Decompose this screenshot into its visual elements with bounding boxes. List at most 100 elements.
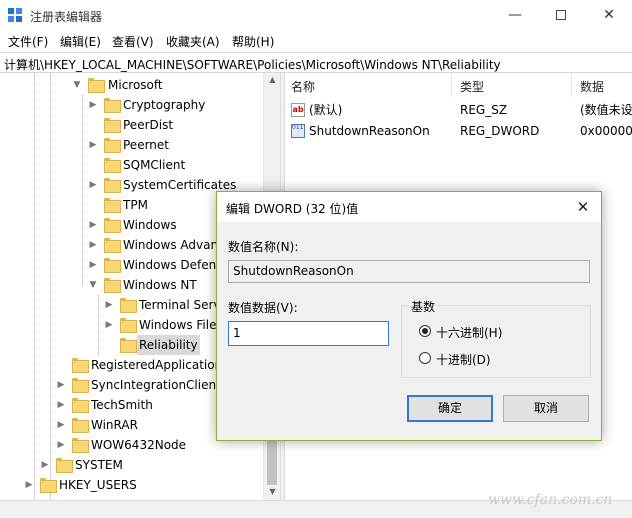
chevron-right-icon[interactable]: ▶ (88, 135, 98, 155)
list-row-default[interactable]: ab (默认) REG_SZ (数值未设 (285, 100, 632, 120)
menu-view[interactable]: 查看(V) (112, 33, 154, 50)
folder-icon (72, 378, 89, 393)
chevron-right-icon[interactable]: ▶ (88, 175, 98, 195)
column-name[interactable]: 名称 (291, 78, 315, 95)
tree-item-sqmclient[interactable]: SQMClient (0, 155, 263, 175)
column-divider[interactable] (451, 73, 452, 97)
folder-icon (104, 218, 121, 233)
folder-icon (72, 438, 89, 453)
chevron-right-icon[interactable]: ▶ (56, 435, 66, 455)
radio-dec-label: 十进制(D) (436, 353, 491, 367)
scroll-down-icon[interactable]: ▼ (264, 487, 281, 496)
chevron-right-icon[interactable]: ▶ (88, 235, 98, 255)
radio-selected-icon[interactable] (419, 325, 431, 337)
tree-item-microsoft[interactable]: ▼ Microsoft (0, 75, 263, 95)
maximize-icon (556, 10, 566, 20)
address-bar[interactable]: 计算机\HKEY_LOCAL_MACHINE\SOFTWARE\Policies… (0, 52, 632, 73)
radio-unselected-icon[interactable] (419, 352, 431, 364)
column-data[interactable]: 数据 (580, 78, 604, 95)
minimize-icon: — (508, 7, 522, 23)
ok-button[interactable]: 确定 (407, 395, 493, 422)
tree-item-label: TPM (123, 198, 148, 212)
column-divider[interactable] (571, 73, 572, 97)
chevron-down-icon[interactable]: ▼ (72, 75, 82, 95)
scrollbar-thumb[interactable] (267, 440, 277, 485)
tree-item-label: Windows File (139, 318, 217, 332)
title-bar: 注册表编辑器 — ✕ (0, 0, 632, 30)
value-type: REG_DWORD (460, 124, 540, 138)
cancel-button[interactable]: 取消 (503, 395, 589, 422)
menu-edit[interactable]: 编辑(E) (60, 33, 101, 50)
chevron-right-icon[interactable]: ▶ (88, 215, 98, 235)
chevron-right-icon[interactable]: ▶ (24, 475, 34, 495)
chevron-right-icon[interactable]: ▶ (40, 455, 50, 475)
value-data-input[interactable]: 1 (228, 321, 389, 346)
value-name: (默认) (309, 103, 343, 117)
chevron-right-icon[interactable]: ▶ (88, 95, 98, 115)
tree-item-label: SQMClient (123, 158, 186, 172)
chevron-right-icon[interactable]: ▶ (56, 395, 66, 415)
folder-icon (104, 238, 121, 253)
folder-icon (56, 458, 73, 473)
value-name-label: 数值名称(N): (228, 240, 299, 254)
chevron-right-icon[interactable]: ▶ (56, 375, 66, 395)
tree-item-system[interactable]: ▶ SYSTEM (0, 455, 263, 475)
watermark: www.cfan.com.cn (488, 492, 613, 508)
menu-favorites[interactable]: 收藏夹(A) (166, 33, 220, 50)
maximize-button[interactable] (538, 0, 584, 30)
tree-item-label: Windows Defen (123, 258, 217, 272)
tree-item-cryptography[interactable]: ▶ Cryptography (0, 95, 263, 115)
tree-item-label: TechSmith (91, 398, 153, 412)
radio-hex-label: 十六进制(H) (436, 326, 503, 340)
tree-item-label: HKEY_USERS (59, 478, 137, 492)
dialog-title: 编辑 DWORD (32 位)值 (226, 202, 359, 216)
tree-item-peerdist[interactable]: PeerDist (0, 115, 263, 135)
window-title: 注册表编辑器 (30, 10, 103, 24)
tree-item-hkey-users[interactable]: ▶ HKEY_USERS (0, 475, 263, 495)
tree-item-label: WinRAR (91, 418, 138, 432)
list-row-shutdownreasonon[interactable]: 011 110 ShutdownReasonOn REG_DWORD 0x000… (285, 121, 632, 141)
tree-item-label: Cryptography (123, 98, 206, 112)
tree-item-label: PeerDist (123, 118, 174, 132)
tree-item-label: Terminal Serv (139, 298, 221, 312)
value-data-label: 数值数据(V): (228, 301, 298, 315)
tree-item-label: Microsoft (108, 78, 163, 92)
tree-item-peernet[interactable]: ▶ Peernet (0, 135, 263, 155)
tree-item-label: SyncIntegrationClients (91, 378, 228, 392)
radio-dot (422, 328, 428, 334)
tree-item-label: WOW6432Node (91, 438, 187, 452)
tree-item-label: Reliability (137, 335, 200, 355)
dialog-title-bar: 编辑 DWORD (32 位)值 ✕ (217, 192, 601, 222)
value-type: REG_SZ (460, 103, 508, 117)
folder-icon (72, 418, 89, 433)
scroll-up-icon[interactable]: ▲ (264, 75, 281, 84)
tree-item-label: Windows (123, 218, 177, 232)
reg-sz-icon: ab (291, 103, 305, 117)
tree-item-label: RegisteredApplication (91, 358, 223, 372)
menu-help[interactable]: 帮助(H) (232, 33, 274, 50)
folder-icon (120, 338, 137, 353)
regedit-icon (8, 8, 22, 22)
dialog-close-button[interactable]: ✕ (569, 196, 597, 218)
folder-icon (40, 478, 57, 493)
chevron-right-icon[interactable]: ▶ (104, 315, 114, 335)
folder-icon (104, 198, 121, 213)
folder-icon (104, 278, 121, 293)
chevron-right-icon[interactable]: ▶ (56, 415, 66, 435)
value-data: (数值未设 (580, 103, 632, 117)
chevron-right-icon[interactable]: ▶ (104, 295, 114, 315)
chevron-right-icon[interactable]: ▶ (88, 255, 98, 275)
radio-hex[interactable]: 十六进制(H) (419, 323, 539, 341)
menu-file[interactable]: 文件(F) (8, 33, 48, 50)
tree-item-label: Windows NT (123, 278, 197, 292)
folder-icon (104, 178, 121, 193)
column-type[interactable]: 类型 (460, 78, 484, 95)
close-button[interactable]: ✕ (586, 0, 632, 30)
minimize-button[interactable]: — (492, 0, 538, 30)
radio-dec[interactable]: 十进制(D) (419, 350, 539, 368)
folder-icon (104, 258, 121, 273)
chevron-down-icon[interactable]: ▼ (88, 275, 98, 295)
tree-item-label: Windows Advan (123, 238, 219, 252)
folder-icon (104, 138, 121, 153)
folder-icon (104, 118, 121, 133)
